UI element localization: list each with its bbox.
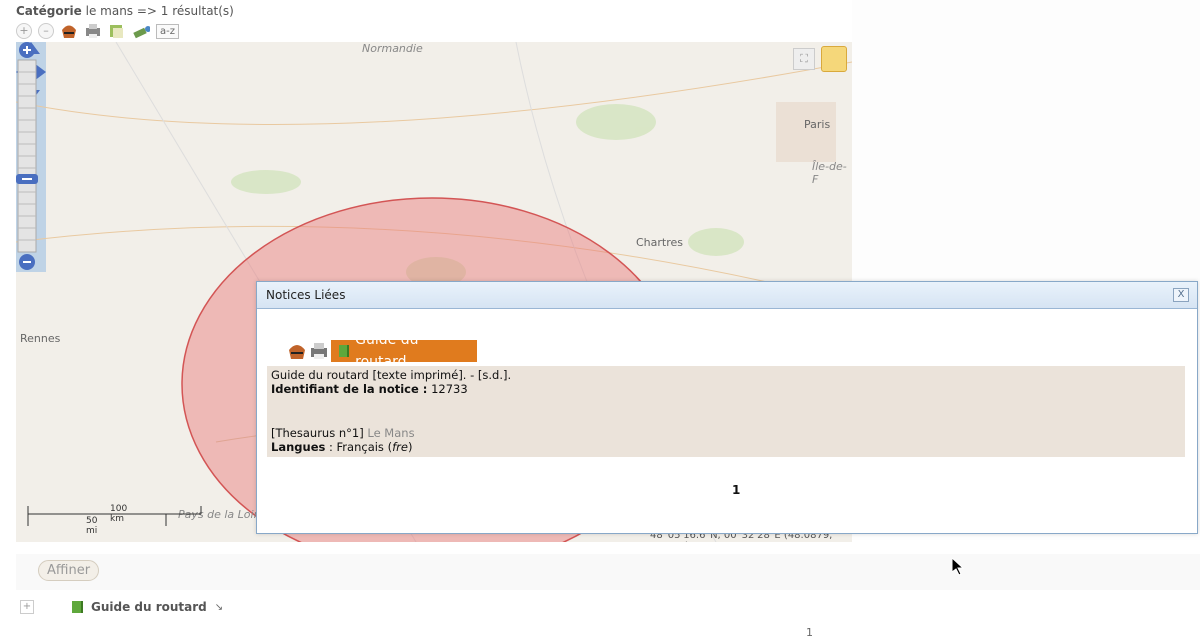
- languages-line: Langues : Français (fre): [271, 440, 1181, 454]
- dialog-page-number[interactable]: 1: [732, 483, 740, 497]
- notice-id-line: Identifiant de la notice : 12733: [271, 382, 1181, 396]
- expand-all-button[interactable]: +: [16, 23, 32, 39]
- languages-value: : Français (: [329, 440, 393, 454]
- refine-button[interactable]: Affiner: [38, 560, 100, 581]
- results-toolbar: + – a-z: [16, 20, 179, 42]
- close-icon[interactable]: X: [1173, 288, 1189, 302]
- mouse-cursor-icon: [952, 558, 964, 576]
- print-icon[interactable]: [84, 22, 102, 40]
- category-header: Catégorie le mans => 1 résultat(s): [16, 4, 234, 18]
- map-label-normandie: Normandie: [362, 42, 423, 55]
- thesaurus-line: [Thesaurus n°1] Le Mans: [271, 426, 1181, 440]
- notice-actions: Guide du routard: [287, 332, 477, 370]
- map-label-paris: Paris: [804, 118, 831, 131]
- book-icon: [72, 601, 83, 613]
- dialog-titlebar[interactable]: Notices Liées X: [257, 282, 1197, 309]
- notice-title-line: Guide du routard [texte imprimé]. - [s.d…: [271, 368, 512, 382]
- thesaurus-label: [Thesaurus n°1]: [271, 426, 364, 440]
- open-arrow-icon[interactable]: ↘: [215, 602, 223, 613]
- category-text: le mans => 1 résultat(s): [85, 4, 234, 18]
- scale-km: 100 km: [110, 504, 128, 524]
- export-icon[interactable]: [108, 22, 126, 40]
- scale-mi: 50 mi: [86, 516, 98, 536]
- refine-bar: Affiner: [16, 554, 1200, 590]
- map-label-chartres: Chartres: [636, 236, 684, 249]
- languages-end: ): [407, 440, 413, 454]
- notice-details: Guide du routard [texte imprimé]. - [s.d…: [267, 366, 1185, 457]
- tag-icon[interactable]: [132, 22, 150, 40]
- dialog-title: Notices Liées: [266, 288, 346, 302]
- linked-notices-dialog: Notices Liées X Guide du routard Guide d…: [256, 281, 1198, 534]
- notice-id-label: Identifiant de la notice :: [271, 382, 428, 396]
- collapse-all-button[interactable]: –: [38, 23, 54, 39]
- book-icon: [339, 345, 350, 357]
- languages-code: fre: [392, 440, 408, 454]
- fullscreen-icon[interactable]: ⛶: [793, 48, 815, 70]
- zoom-slider[interactable]: [16, 42, 38, 272]
- sort-az-button[interactable]: a-z: [156, 23, 179, 39]
- category-label: Catégorie: [16, 4, 82, 18]
- result-title[interactable]: Guide du routard: [91, 600, 207, 614]
- pagination[interactable]: 1: [806, 626, 813, 639]
- basket-icon[interactable]: [60, 22, 78, 40]
- expand-result-button[interactable]: +: [20, 600, 34, 614]
- map-label-rennes: Rennes: [20, 332, 61, 345]
- print-icon[interactable]: [309, 342, 327, 360]
- notice-tab[interactable]: Guide du routard: [331, 332, 477, 370]
- result-item: + Guide du routard ↘: [16, 600, 223, 614]
- basket-icon[interactable]: [287, 342, 305, 360]
- notice-id-value: 12733: [431, 382, 468, 396]
- thesaurus-link[interactable]: Le Mans: [367, 426, 414, 440]
- map-label-idf: Île-de-F: [812, 160, 847, 186]
- layer-switcher-icon[interactable]: [821, 46, 847, 72]
- languages-label: Langues: [271, 440, 326, 454]
